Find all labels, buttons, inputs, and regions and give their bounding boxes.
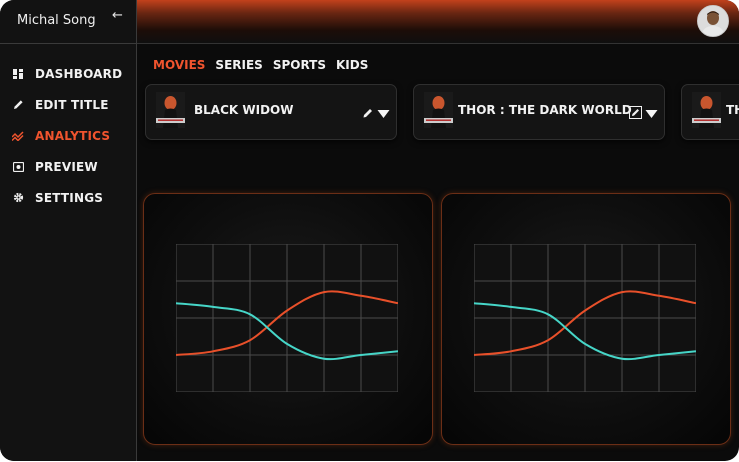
dropdown-icon[interactable]: [377, 104, 390, 123]
user-name: Michal Song: [17, 13, 96, 28]
top-bar: [137, 0, 739, 44]
gear-icon: [12, 192, 24, 204]
title-name: BLACK WIDOW: [194, 103, 294, 117]
sidebar-nav: DASHBOARD EDIT TITLE ANALYTICS PREVIEW S…: [0, 58, 136, 213]
tab-sports[interactable]: SPORTS: [273, 58, 326, 72]
avatar[interactable]: [697, 5, 729, 37]
dropdown-icon[interactable]: [645, 104, 658, 123]
title-card[interactable]: TH: [681, 84, 739, 140]
sidebar-item-label: PREVIEW: [35, 159, 98, 174]
tab-series[interactable]: SERIES: [215, 58, 262, 72]
poster-thumbnail: [424, 92, 453, 128]
title-card[interactable]: BLACK WIDOW: [145, 84, 397, 140]
app-window: Michal Song ← DASHBOARD EDIT TITLE ANALY…: [0, 0, 739, 461]
dashboard-icon: [12, 68, 24, 80]
line-chart: [474, 244, 696, 392]
sidebar-item-edit-title[interactable]: EDIT TITLE: [0, 89, 136, 120]
edit-icon[interactable]: [362, 104, 374, 123]
analytics-icon: [12, 130, 24, 142]
sidebar-item-preview[interactable]: PREVIEW: [0, 151, 136, 182]
pencil-icon: [12, 99, 24, 111]
title-card[interactable]: THOR : THE DARK WORLD: [413, 84, 665, 140]
sidebar-item-label: SETTINGS: [35, 190, 104, 205]
sidebar-item-label: EDIT TITLE: [35, 97, 109, 112]
preview-icon: [12, 161, 24, 173]
collapse-sidebar-icon[interactable]: ←: [112, 8, 123, 23]
analytics-chart-panel: [441, 193, 731, 445]
poster-thumbnail: [692, 92, 721, 128]
sidebar: Michal Song ← DASHBOARD EDIT TITLE ANALY…: [0, 0, 137, 461]
user-header: Michal Song ←: [0, 0, 136, 44]
analytics-chart-panel: [143, 193, 433, 445]
sidebar-item-dashboard[interactable]: DASHBOARD: [0, 58, 136, 89]
card-tools: [362, 104, 390, 123]
sidebar-item-analytics[interactable]: ANALYTICS: [0, 120, 136, 151]
tab-movies[interactable]: MOVIES: [153, 58, 205, 72]
card-tools: [629, 104, 658, 123]
title-name: TH: [726, 103, 739, 117]
sidebar-item-label: ANALYTICS: [35, 128, 111, 143]
category-tabs: MOVIES SERIES SPORTS KIDS: [153, 58, 368, 72]
poster-thumbnail: [156, 92, 185, 128]
sidebar-item-settings[interactable]: SETTINGS: [0, 182, 136, 213]
line-chart: [176, 244, 398, 392]
edit-icon[interactable]: [629, 104, 642, 123]
title-name: THOR : THE DARK WORLD: [458, 103, 632, 117]
tab-kids[interactable]: KIDS: [336, 58, 368, 72]
sidebar-item-label: DASHBOARD: [35, 66, 123, 81]
